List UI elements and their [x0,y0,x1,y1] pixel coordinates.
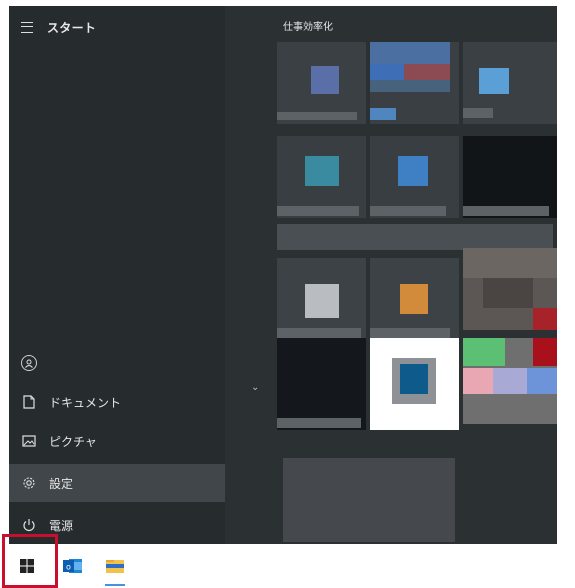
start-menu-header[interactable]: スタート [21,16,96,38]
taskbar-outlook-button[interactable]: o [52,544,94,588]
chevron-down-icon[interactable]: ⌄ [251,382,259,393]
rail-item-pictures-label: ピクチャ [49,434,97,449]
rail-item-pictures[interactable]: ピクチャ [9,422,225,460]
app-tile[interactable] [463,338,557,424]
outlook-icon: o [63,559,82,573]
app-tile[interactable] [463,136,557,218]
app-tile[interactable] [277,136,366,218]
rail-item-documents[interactable]: ドキュメント [9,383,225,421]
start-menu-rail: スタート ドキュメント ピクチャ 設定 電源 [9,6,225,544]
rail-item-settings[interactable]: 設定 [9,464,225,502]
user-icon [21,355,37,371]
app-tile[interactable] [370,338,459,430]
start-menu: スタート ドキュメント ピクチャ 設定 電源 仕事効率化 ⌄ [9,6,557,544]
rail-item-documents-label: ドキュメント [49,395,122,410]
picture-icon [9,435,49,447]
app-tile[interactable] [463,248,557,330]
app-tile[interactable] [463,42,557,124]
start-menu-title: スタート [47,20,97,35]
empty-tile[interactable] [283,458,455,542]
tile-group-title[interactable]: 仕事効率化 [283,18,333,33]
tiles-area: 仕事効率化 ⌄ [225,6,557,544]
app-tile[interactable] [277,258,366,340]
rail-item-settings-label: 設定 [49,476,74,491]
rail-item-power-label: 電源 [49,518,74,533]
app-tile[interactable] [277,338,366,430]
taskbar-explorer-button[interactable] [94,544,136,588]
app-tile-icon [311,66,339,94]
gear-icon [9,476,49,490]
taskbar: o [0,544,575,588]
document-icon [9,395,49,409]
hamburger-icon[interactable] [21,21,33,33]
folder-icon [106,560,124,573]
svg-text:o: o [66,563,71,572]
power-icon [9,518,49,532]
app-tile[interactable] [370,42,459,124]
app-tile[interactable] [277,42,366,124]
active-indicator [105,584,125,586]
start-button-highlight [2,534,58,588]
rail-item-user[interactable] [9,344,225,382]
tile-group-bar [277,224,553,250]
app-tile[interactable] [370,136,459,218]
app-tile[interactable] [370,258,459,340]
